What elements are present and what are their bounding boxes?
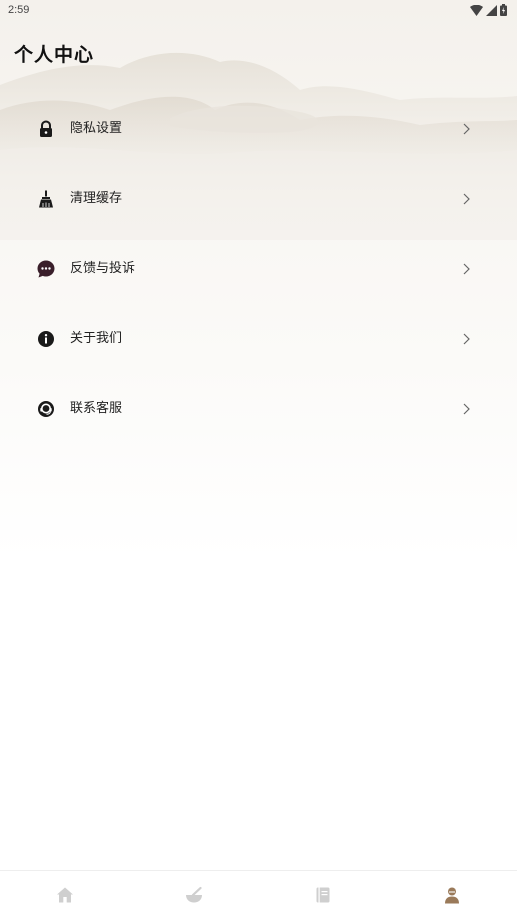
- chevron-right-icon: [463, 333, 470, 345]
- tab-herbal-bowl[interactable]: [129, 871, 258, 920]
- chevron-right-icon: [463, 123, 470, 135]
- chevron-right-icon: [463, 263, 470, 275]
- chevron-right-icon: [463, 193, 470, 205]
- tab-home[interactable]: [0, 871, 129, 920]
- menu-item-about-us[interactable]: 关于我们: [0, 304, 517, 374]
- menu-item-feedback-complaints[interactable]: 反馈与投诉: [0, 234, 517, 304]
- status-time: 2:59: [8, 4, 30, 16]
- bottom-tab-bar: [0, 870, 517, 920]
- page-title: 个人中心: [14, 44, 95, 66]
- battery-icon: [500, 4, 507, 16]
- settings-menu: 隐私设置 清理缓存 反馈与投诉 关于我们 联系客服: [0, 94, 517, 444]
- status-bar: 2:59: [0, 0, 517, 22]
- menu-item-contact-support[interactable]: 联系客服: [0, 374, 517, 444]
- chevron-right-icon: [463, 403, 470, 415]
- menu-item-label: 关于我们: [70, 331, 123, 346]
- lock-icon: [40, 120, 52, 137]
- info-icon: [38, 331, 54, 347]
- menu-item-privacy-settings[interactable]: 隐私设置: [0, 94, 517, 164]
- chat-bubble-icon: [37, 260, 55, 278]
- signal-icon: [486, 4, 497, 16]
- tab-profile[interactable]: [387, 871, 516, 920]
- menu-item-label: 反馈与投诉: [70, 261, 136, 276]
- book-icon: [316, 887, 330, 903]
- status-icons: [470, 4, 507, 16]
- menu-item-label: 隐私设置: [70, 121, 123, 136]
- home-icon: [57, 887, 73, 903]
- menu-item-label: 联系客服: [70, 401, 123, 416]
- menu-item-label: 清理缓存: [70, 191, 123, 206]
- wifi-icon: [470, 4, 483, 16]
- user-icon: [445, 887, 459, 904]
- support-icon: [38, 401, 54, 417]
- broom-icon: [39, 190, 53, 208]
- mortar-bowl-icon: [186, 886, 202, 903]
- menu-item-clear-cache[interactable]: 清理缓存: [0, 164, 517, 234]
- tab-book[interactable]: [258, 871, 387, 920]
